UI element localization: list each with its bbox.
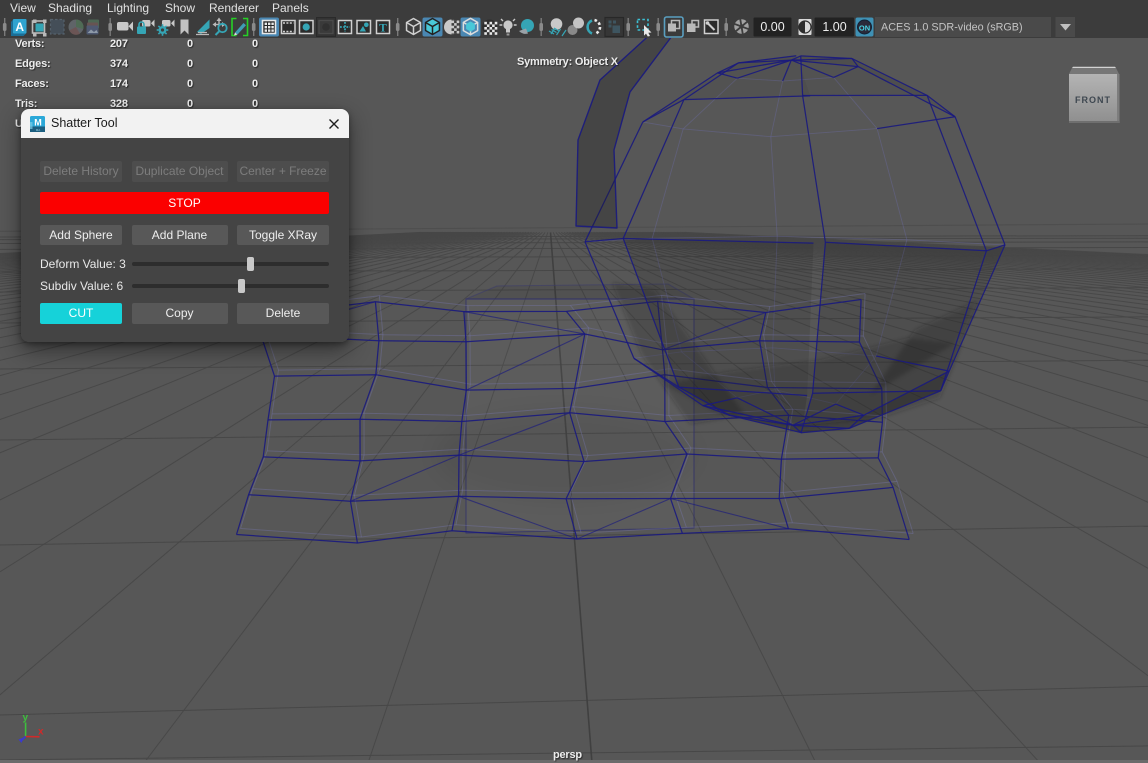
svg-text:x: x — [38, 727, 44, 738]
svg-text:MA: MA — [36, 128, 41, 132]
svg-text:FRONT: FRONT — [1075, 95, 1111, 105]
svg-text:ACES 1.0 SDR-video (sRGB): ACES 1.0 SDR-video (sRGB) — [881, 22, 1023, 34]
svg-text:A: A — [15, 20, 24, 34]
svg-text:T: T — [379, 23, 387, 35]
svg-text:M: M — [34, 118, 42, 128]
svg-text:1.00: 1.00 — [822, 20, 846, 34]
svg-text:ON: ON — [859, 23, 870, 32]
svg-text:0.00: 0.00 — [760, 20, 784, 34]
svg-text:y: y — [23, 713, 29, 724]
